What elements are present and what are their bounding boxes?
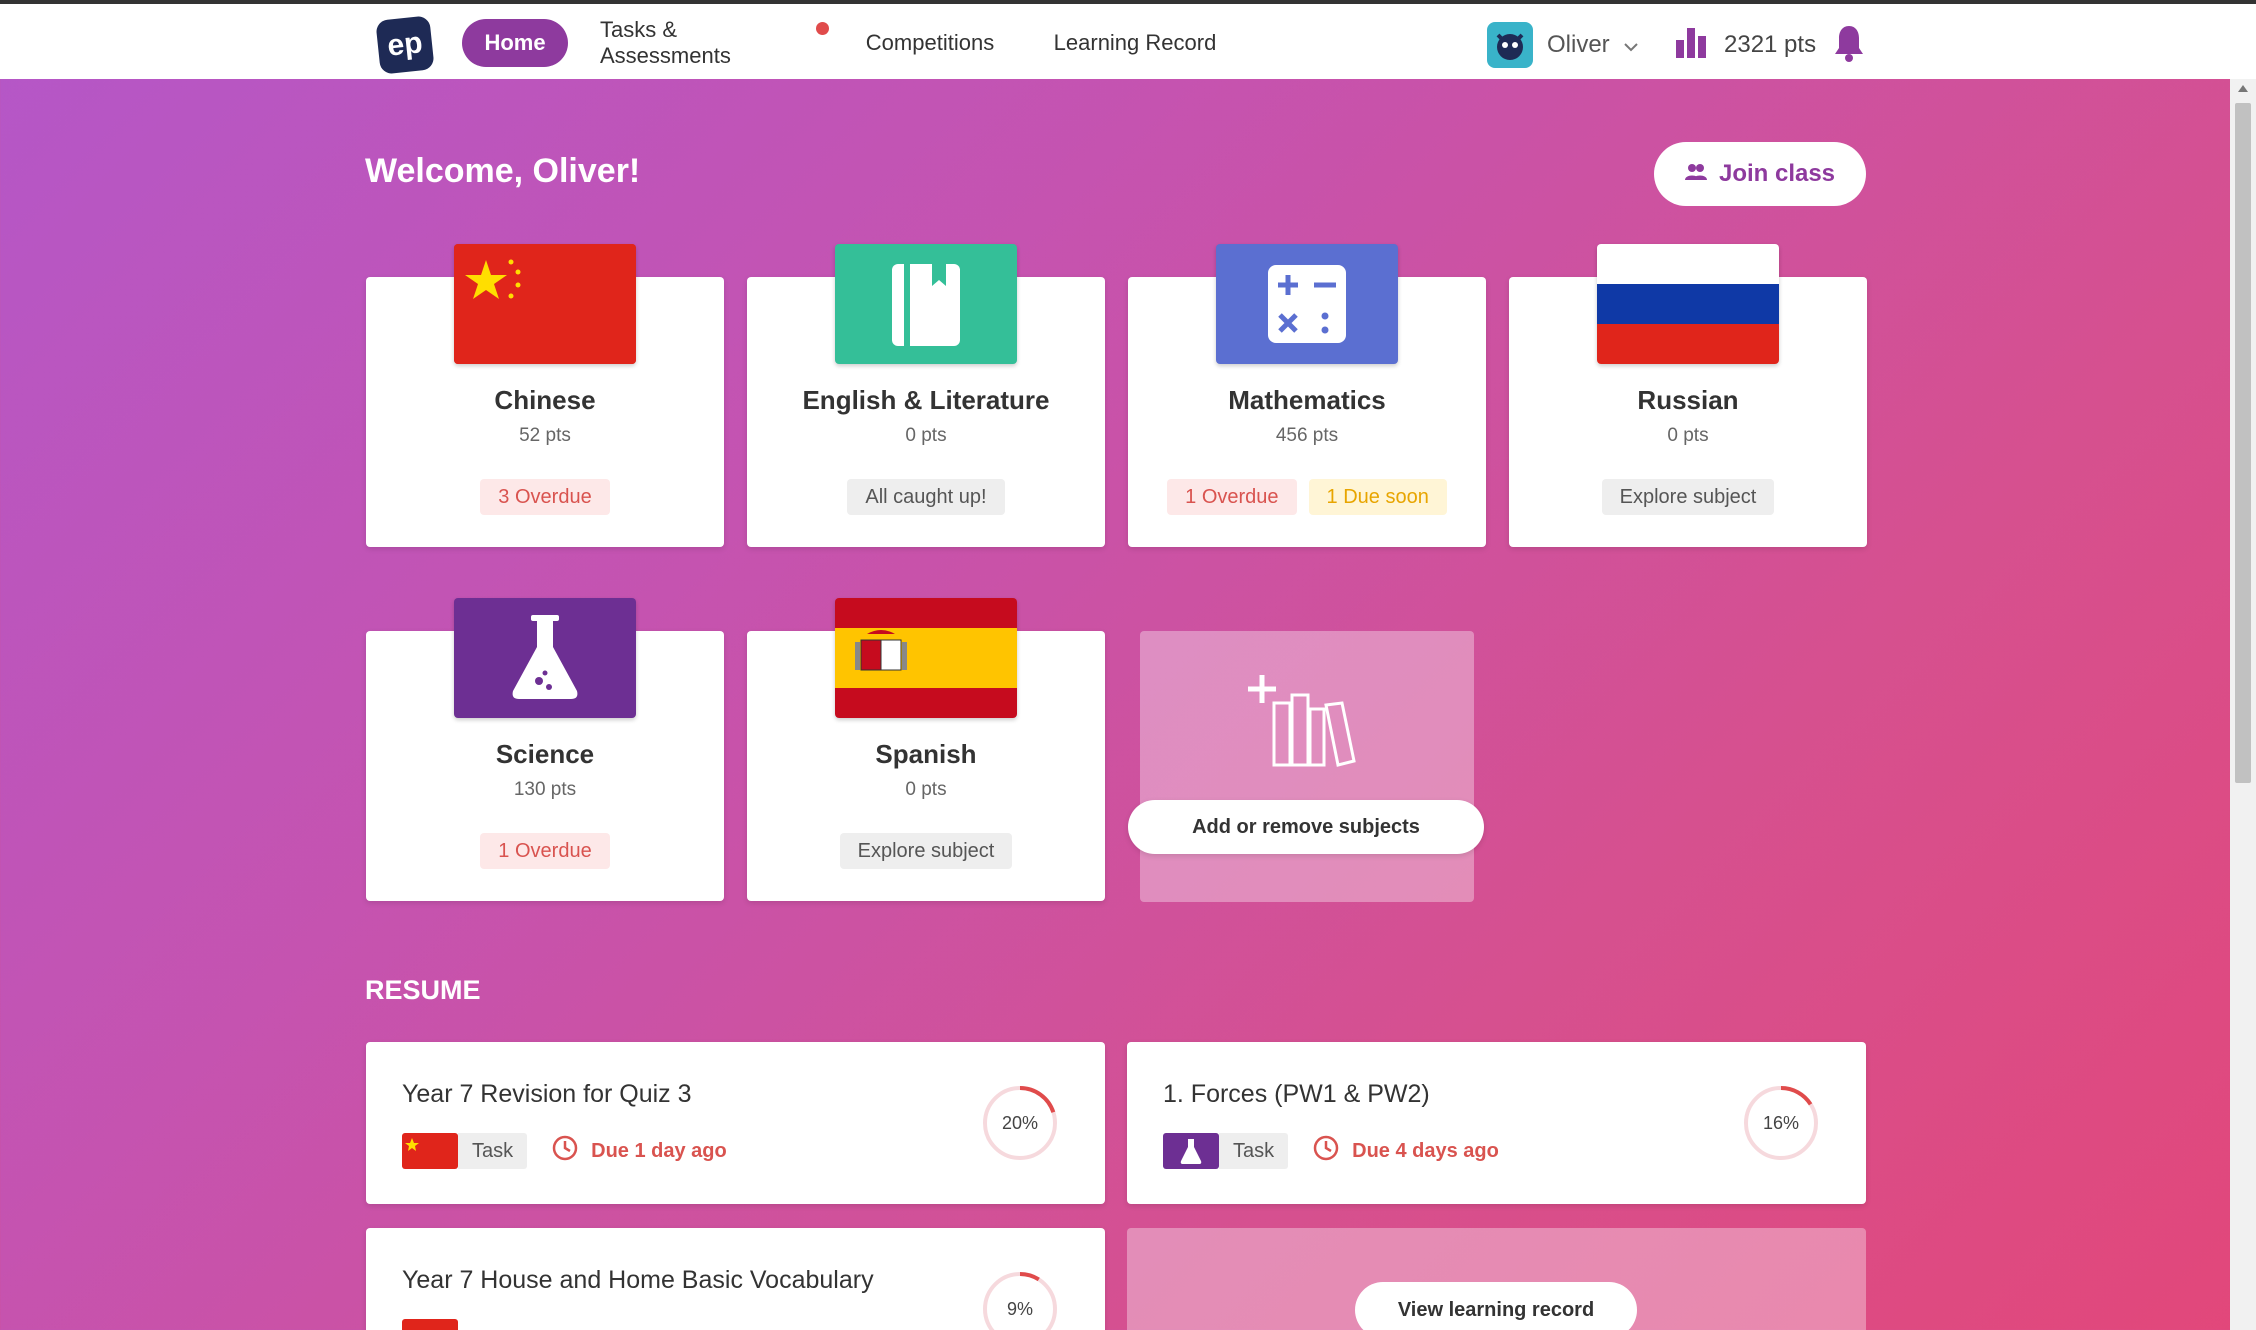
progress-ring: 20% <box>981 1084 1059 1167</box>
resume-item[interactable]: 1. Forces (PW1 & PW2) Task Due 4 days ag… <box>1127 1042 1866 1204</box>
scroll-thumb[interactable] <box>2235 103 2251 783</box>
spain-flag-icon <box>835 598 1017 718</box>
top-navigation-bar: ep Home Tasks & Assessments Competitions… <box>0 0 2256 79</box>
user-name: Oliver <box>1547 31 1610 58</box>
due-soon-badge: 1 Due soon <box>1308 479 1447 515</box>
view-learning-record-button[interactable]: View learning record <box>1355 1282 1637 1330</box>
progress-ring: 9% <box>981 1270 1059 1330</box>
subject-points: 0 pts <box>1667 425 1709 446</box>
points-value: 2321 pts <box>1724 31 1817 58</box>
overdue-badge: 1 Overdue <box>480 833 610 869</box>
resume-item[interactable]: Year 7 Revision for Quiz 3 Task Due 1 da… <box>366 1042 1105 1204</box>
add-books-icon <box>1246 669 1356 774</box>
subject-card-russian[interactable]: Russian 0 pts Explore subject <box>1509 244 1867 547</box>
due-status: Due 1 day ago <box>551 1134 727 1168</box>
subject-card-mathematics[interactable]: Mathematics 456 pts 1 Overdue 1 Due soon <box>1128 244 1486 547</box>
nav-competitions[interactable]: Competitions <box>852 19 1008 67</box>
flask-icon <box>454 598 636 718</box>
nav-learning-record[interactable]: Learning Record <box>1048 19 1222 67</box>
chevron-down-icon <box>1623 31 1638 59</box>
calculator-icon <box>1216 244 1398 364</box>
all-caught-up-badge: All caught up! <box>847 479 1005 515</box>
bar-chart-icon <box>1674 26 1708 65</box>
subject-card-chinese[interactable]: Chinese 52 pts 3 Overdue <box>366 244 724 547</box>
resume-item[interactable]: Year 7 House and Home Basic Vocabulary 9… <box>366 1228 1105 1330</box>
resume-item-title: Year 7 House and Home Basic Vocabulary <box>402 1266 874 1294</box>
china-flag-icon <box>402 1133 458 1169</box>
subject-card-english[interactable]: English & Literature 0 pts All caught up… <box>747 244 1105 547</box>
join-class-label: Join class <box>1718 160 1836 187</box>
explore-subject-badge[interactable]: Explore subject <box>839 833 1013 869</box>
russia-flag-icon <box>1597 244 1779 364</box>
clock-icon <box>551 1134 579 1168</box>
resume-item-title: 1. Forces (PW1 & PW2) <box>1163 1080 1430 1108</box>
china-flag-icon <box>454 244 636 364</box>
scroll-up-arrow[interactable] <box>2238 85 2248 92</box>
overdue-badge: 1 Overdue <box>1167 479 1297 515</box>
subject-card-science[interactable]: Science 130 pts 1 Overdue <box>366 598 724 901</box>
clock-icon <box>1312 1134 1340 1168</box>
user-menu[interactable]: Oliver <box>1487 21 1638 69</box>
subject-name: Spanish <box>875 739 977 769</box>
add-remove-subjects-button[interactable]: Add or remove subjects <box>1128 800 1484 854</box>
ep-logo[interactable]: ep <box>375 15 435 75</box>
people-icon <box>1684 160 1707 188</box>
nav-tasks-assessments[interactable]: Tasks & Assessments <box>600 17 806 68</box>
explore-subject-badge[interactable]: Explore subject <box>1601 479 1775 515</box>
resume-heading: RESUME <box>365 975 481 1005</box>
bell-icon[interactable] <box>1834 24 1864 67</box>
task-label: Task <box>458 1133 528 1169</box>
subject-name: English & Literature <box>802 385 1050 415</box>
welcome-heading: Welcome, Oliver! <box>365 152 641 190</box>
scrollbar[interactable] <box>2230 79 2256 1330</box>
due-status: Due 4 days ago <box>1312 1134 1499 1168</box>
notification-dot <box>816 22 829 35</box>
subject-name: Science <box>495 739 595 769</box>
subject-name: Mathematics <box>1228 385 1386 415</box>
book-icon <box>835 244 1017 364</box>
subject-points: 0 pts <box>905 425 947 446</box>
join-class-button[interactable]: Join class <box>1654 142 1866 206</box>
overdue-badge: 3 Overdue <box>480 479 610 515</box>
subject-points: 52 pts <box>519 425 571 446</box>
subject-name: Russian <box>1637 385 1739 415</box>
flask-icon <box>1163 1133 1219 1169</box>
points-display[interactable]: 2321 pts <box>1674 21 1816 69</box>
progress-ring: 16% <box>1742 1084 1820 1167</box>
avatar <box>1487 22 1533 68</box>
task-label: Task <box>1219 1133 1289 1169</box>
nav-home[interactable]: Home <box>462 19 568 67</box>
subject-points: 456 pts <box>1275 425 1339 446</box>
resume-item-title: Year 7 Revision for Quiz 3 <box>402 1080 692 1108</box>
subject-card-spanish[interactable]: Spanish 0 pts Explore subject <box>747 598 1105 901</box>
subject-points: 130 pts <box>513 779 577 800</box>
subject-name: Chinese <box>494 385 596 415</box>
add-subjects-card[interactable] <box>1140 631 1474 902</box>
subject-points: 0 pts <box>905 779 947 800</box>
china-flag-icon <box>402 1319 458 1330</box>
